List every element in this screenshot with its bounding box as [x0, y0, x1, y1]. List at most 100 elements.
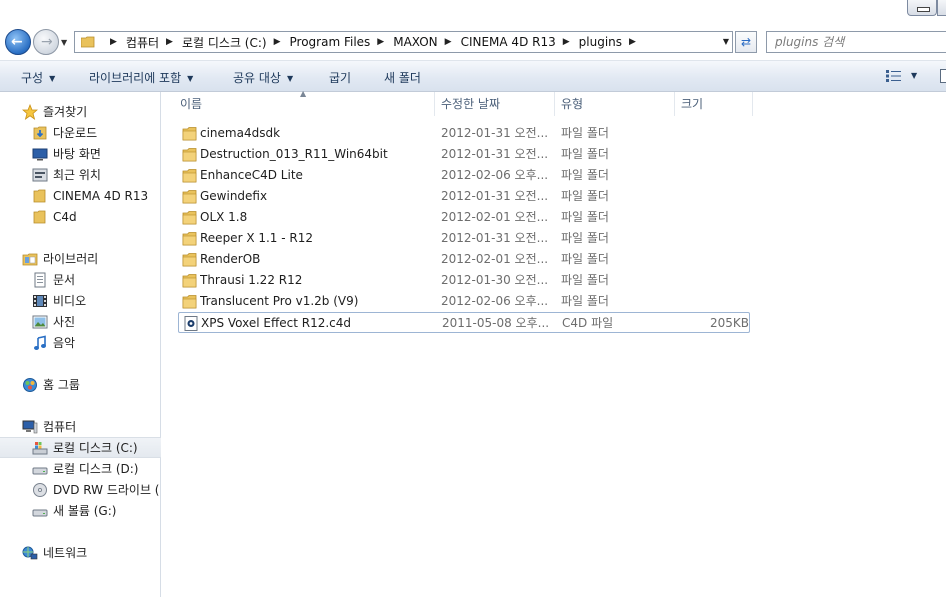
sidebar-item-cinema4d[interactable]: CINEMA 4D R13: [0, 185, 161, 206]
sidebar-item-downloads[interactable]: 다운로드: [0, 122, 161, 143]
chevron-down-icon: ▼: [49, 74, 56, 83]
folder-icon: [182, 168, 198, 183]
sidebar-item-local-disk-c[interactable]: 로컬 디스크 (C:): [0, 437, 161, 458]
breadcrumb-separator[interactable]: ▶: [563, 37, 570, 47]
address-history-dropdown[interactable]: ▼: [723, 37, 729, 46]
file-size: [678, 270, 748, 291]
file-name: RenderOB: [200, 252, 261, 266]
sidebar-item-new-volume-g[interactable]: 새 볼륨 (G:): [0, 500, 161, 521]
sidebar-item-label: 사진: [53, 315, 76, 329]
sidebar-item-label: 바탕 화면: [53, 147, 101, 161]
organize-label: 구성: [21, 71, 44, 85]
preview-pane-icon[interactable]: [940, 69, 946, 83]
sidebar-item-label: 비디오: [53, 294, 87, 308]
minimize-button[interactable]: [907, 0, 937, 16]
search-box[interactable]: [766, 31, 946, 53]
file-type: 파일 폴더: [561, 252, 609, 266]
include-in-library-button[interactable]: 라이브러리에 포함 ▼: [89, 69, 193, 86]
include-library-label: 라이브러리에 포함: [89, 71, 182, 85]
chevron-down-icon: ▼: [187, 74, 194, 83]
share-with-button[interactable]: 공유 대상 ▼: [233, 69, 293, 86]
drive-icon: [32, 509, 48, 516]
star-icon: [22, 103, 38, 120]
breadcrumb-local-disk-c[interactable]: 로컬 디스크 (C:): [182, 34, 267, 51]
sidebar-item-pictures[interactable]: 사진: [0, 311, 161, 332]
maximize-button[interactable]: [937, 0, 946, 16]
sidebar-computer[interactable]: 컴퓨터: [0, 416, 161, 437]
breadcrumb-plugins[interactable]: plugins: [579, 35, 622, 49]
folder-icon: [182, 231, 198, 246]
breadcrumb-maxon[interactable]: MAXON: [393, 35, 437, 49]
file-name: XPS Voxel Effect R12.c4d: [201, 316, 352, 330]
network-icon: [22, 546, 38, 559]
forward-button[interactable]: →: [33, 29, 59, 55]
computer-icon: [22, 420, 38, 433]
file-size: [678, 144, 748, 165]
sidebar-item-documents[interactable]: 문서: [0, 269, 161, 290]
sidebar-item-label: 로컬 디스크 (D:): [53, 462, 139, 476]
file-type: 파일 폴더: [561, 168, 609, 182]
file-date-modified: 2012-02-06 오후...: [441, 168, 549, 182]
folder-icon: [33, 189, 46, 202]
sidebar-item-dvd-drive[interactable]: DVD RW 드라이브 (: [0, 479, 161, 500]
file-row[interactable]: Translucent Pro v1.2b (V9) 2012-02-06 오후.…: [178, 291, 750, 312]
file-row[interactable]: Gewindefix 2012-01-31 오전... 파일 폴더: [178, 186, 750, 207]
sidebar-homegroup[interactable]: 홈 그룹: [0, 374, 161, 395]
folder-icon: [182, 294, 198, 309]
command-bar: 구성 ▼ 라이브러리에 포함 ▼ 공유 대상 ▼ 굽기 새 폴더 ▼: [0, 60, 946, 92]
file-row[interactable]: XPS Voxel Effect R12.c4d 2011-05-08 오후...…: [178, 312, 750, 333]
sidebar-item-music[interactable]: 음악: [0, 332, 161, 353]
file-name: Translucent Pro v1.2b (V9): [200, 294, 359, 308]
file-row[interactable]: RenderOB 2012-02-01 오전... 파일 폴더: [178, 249, 750, 270]
sidebar-item-desktop[interactable]: 바탕 화면: [0, 143, 161, 164]
sidebar-item-c4d[interactable]: C4d: [0, 206, 161, 227]
column-date-modified[interactable]: 수정한 날짜: [435, 92, 555, 116]
music-icon: [34, 335, 46, 350]
sidebar-network[interactable]: 네트워크: [0, 542, 161, 563]
breadcrumb-separator[interactable]: ▶: [445, 37, 452, 47]
refresh-button[interactable]: ⇄: [735, 31, 757, 53]
sidebar-item-videos[interactable]: 비디오: [0, 290, 161, 311]
sidebar-homegroup-label: 홈 그룹: [43, 378, 80, 392]
view-options-icon[interactable]: [886, 70, 902, 82]
video-icon: [33, 294, 47, 307]
back-button[interactable]: ←: [5, 29, 31, 55]
sidebar-item-label: CINEMA 4D R13: [53, 188, 149, 203]
file-type: 파일 폴더: [561, 210, 609, 224]
sidebar-libraries[interactable]: 라이브러리: [0, 248, 161, 269]
view-dropdown[interactable]: ▼: [911, 71, 917, 80]
breadcrumb-separator[interactable]: ▶: [274, 37, 281, 47]
address-bar[interactable]: ▶ 컴퓨터 ▶ 로컬 디스크 (C:) ▶ Program Files ▶ MA…: [74, 31, 733, 53]
c4d-file-icon: [183, 316, 199, 331]
breadcrumb-separator[interactable]: ▶: [629, 37, 636, 47]
breadcrumb-cinema4d[interactable]: CINEMA 4D R13: [461, 35, 556, 49]
breadcrumb-program-files[interactable]: Program Files: [290, 35, 371, 49]
breadcrumb-separator[interactable]: ▶: [110, 37, 117, 47]
file-row[interactable]: OLX 1.8 2012-02-01 오전... 파일 폴더: [178, 207, 750, 228]
file-row[interactable]: EnhanceC4D Lite 2012-02-06 오후... 파일 폴더: [178, 165, 750, 186]
new-folder-button[interactable]: 새 폴더: [384, 69, 421, 86]
recent-pages-dropdown[interactable]: ▼: [61, 38, 67, 47]
file-list: ▲ 이름 수정한 날짜 유형 크기 cinema4dsdk 2012-01-31 …: [162, 89, 946, 597]
file-row[interactable]: cinema4dsdk 2012-01-31 오전... 파일 폴더: [178, 123, 750, 144]
folder-icon: [182, 210, 198, 225]
sidebar-item-local-disk-d[interactable]: 로컬 디스크 (D:): [0, 458, 161, 479]
burn-button[interactable]: 굽기: [329, 69, 351, 86]
file-row[interactable]: Thrausi 1.22 R12 2012-01-30 오전... 파일 폴더: [178, 270, 750, 291]
breadcrumb-separator[interactable]: ▶: [166, 37, 173, 47]
file-row[interactable]: Destruction_013_R11_Win64bit 2012-01-31 오…: [178, 144, 750, 165]
sidebar-favorites[interactable]: 즐겨찾기: [0, 101, 161, 122]
organize-button[interactable]: 구성 ▼: [21, 69, 55, 86]
file-date-modified: 2012-01-30 오전...: [441, 273, 549, 287]
file-row[interactable]: Reeper X 1.1 - R12 2012-01-31 오전... 파일 폴더: [178, 228, 750, 249]
file-date-modified: 2012-02-06 오후...: [441, 294, 549, 308]
breadcrumb-computer[interactable]: 컴퓨터: [126, 34, 159, 51]
file-name: Thrausi 1.22 R12: [200, 273, 303, 287]
column-name[interactable]: 이름: [174, 92, 435, 116]
sidebar-item-recent-places[interactable]: 최근 위치: [0, 164, 161, 185]
column-size[interactable]: 크기: [675, 92, 753, 116]
breadcrumb-separator[interactable]: ▶: [377, 37, 384, 47]
search-input[interactable]: [767, 32, 946, 52]
file-type: 파일 폴더: [561, 189, 609, 203]
column-type[interactable]: 유형: [555, 92, 675, 116]
